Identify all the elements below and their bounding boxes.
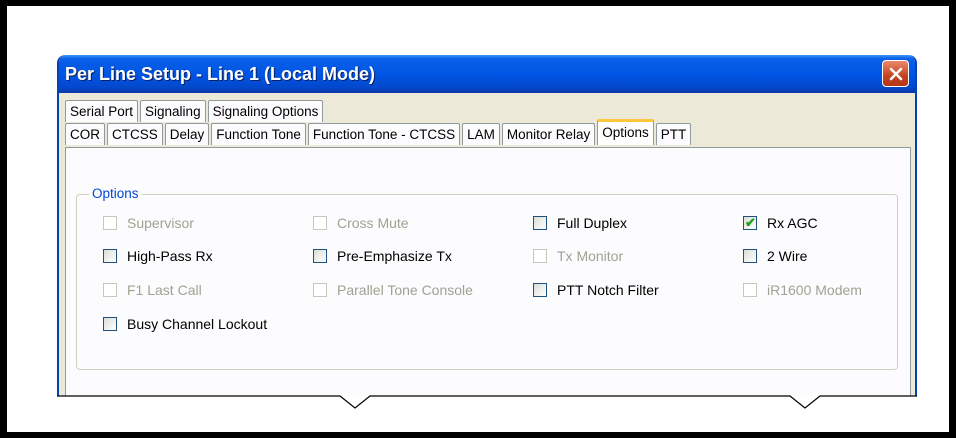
checkbox-label: Full Duplex [557, 215, 628, 231]
checkbox-label: F1 Last Call [127, 282, 202, 298]
checkbox-label: Rx AGC [767, 215, 818, 231]
checkbox-label: High-Pass Rx [127, 248, 213, 264]
tab-lam[interactable]: LAM [462, 123, 500, 145]
checkbox-supervisor: Supervisor [103, 215, 194, 231]
tab-ptt[interactable]: PTT [655, 123, 692, 145]
checkbox-pre-emphasize-tx[interactable]: Pre-Emphasize Tx [313, 248, 452, 264]
title-bar[interactable]: Per Line Setup - Line 1 (Local Mode) [59, 55, 915, 93]
checkbox-box [313, 283, 327, 297]
checkbox-ptt-notch-filter[interactable]: PTT Notch Filter [533, 282, 659, 298]
checkbox-box[interactable] [313, 249, 327, 263]
checkbox-busy-channel-lockout[interactable]: Busy Channel Lockout [103, 316, 267, 332]
checkbox-label: Parallel Tone Console [337, 282, 473, 298]
checkbox-ir1600-modem: iR1600 Modem [743, 282, 862, 298]
tab-function-tone-ctcss[interactable]: Function Tone - CTCSS [307, 123, 461, 145]
tab-row-1: Serial Port Signaling Signaling Options [65, 100, 325, 122]
checkbox-label: 2 Wire [767, 248, 808, 264]
torn-edge [57, 395, 917, 409]
checkbox-tx-monitor: Tx Monitor [533, 248, 623, 264]
checkbox-parallel-tone-console: Parallel Tone Console [313, 282, 473, 298]
close-button[interactable] [882, 60, 909, 87]
checkbox-box[interactable] [103, 249, 117, 263]
checkbox-label: iR1600 Modem [767, 282, 862, 298]
tab-delay[interactable]: Delay [164, 123, 210, 145]
checkbox-label: PTT Notch Filter [557, 282, 659, 298]
checkbox-high-pass-rx[interactable]: High-Pass Rx [103, 248, 213, 264]
checkbox-box [313, 216, 327, 230]
checkbox-label: Pre-Emphasize Tx [337, 248, 452, 264]
checkbox-box [533, 249, 547, 263]
tab-ctcss[interactable]: CTCSS [107, 123, 163, 145]
checkbox-box[interactable] [533, 216, 547, 230]
per-line-setup-dialog: Per Line Setup - Line 1 (Local Mode) Ser… [57, 55, 917, 405]
checkbox-full-duplex[interactable]: Full Duplex [533, 215, 627, 231]
tab-serial-port[interactable]: Serial Port [65, 100, 139, 122]
checkbox-box[interactable] [743, 249, 757, 263]
window-title: Per Line Setup - Line 1 (Local Mode) [65, 64, 376, 84]
checkbox-f1-last-call: F1 Last Call [103, 282, 202, 298]
checkbox-cross-mute: Cross Mute [313, 215, 409, 231]
tab-row-2: COR CTCSS Delay Function Tone Function Tone … [65, 119, 693, 145]
options-groupbox: Options Supervisor High-Pass Rx F1 Last Ca… [76, 186, 898, 370]
checkbox-2-wire[interactable]: 2 Wire [743, 248, 807, 264]
tab-signaling-options[interactable]: Signaling Options [207, 100, 324, 122]
tab-function-tone[interactable]: Function Tone [211, 123, 306, 145]
checkbox-box [103, 283, 117, 297]
checkbox-label: Cross Mute [337, 215, 409, 231]
close-icon [889, 67, 902, 80]
checkbox-box[interactable] [103, 317, 117, 331]
checkbox-box [103, 216, 117, 230]
checkbox-box[interactable]: ✔ [743, 215, 757, 230]
tab-cor[interactable]: COR [65, 123, 105, 145]
checkbox-label: Tx Monitor [557, 248, 624, 264]
checkbox-box [743, 283, 757, 297]
tab-monitor-relay[interactable]: Monitor Relay [501, 123, 596, 145]
checkmark-icon: ✔ [745, 215, 756, 230]
groupbox-label: Options [89, 186, 142, 201]
options-tab-panel: Options Supervisor High-Pass Rx F1 Last Ca… [65, 147, 911, 403]
tab-options[interactable]: Options [597, 119, 654, 145]
checkbox-box[interactable] [533, 283, 547, 297]
checkbox-label: Supervisor [127, 215, 194, 231]
tab-signaling[interactable]: Signaling [140, 100, 206, 122]
checkbox-rx-agc[interactable]: ✔ Rx AGC [743, 215, 818, 231]
checkbox-label: Busy Channel Lockout [127, 316, 268, 332]
